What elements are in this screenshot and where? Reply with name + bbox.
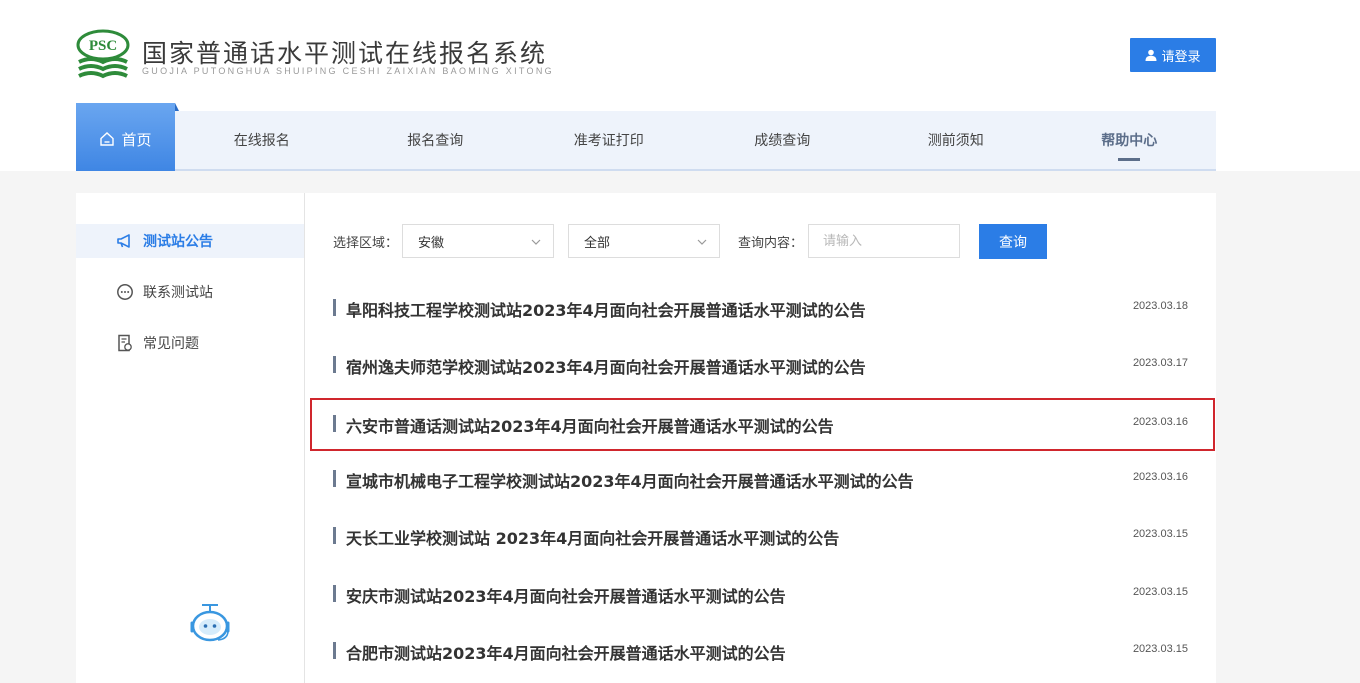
site-subtitle: GUOJIA PUTONGHUA SHUIPING CESHI ZAIXIAN … [142,66,554,76]
notice-marker [333,585,336,602]
city-select[interactable]: 全部 [568,224,720,258]
chat-bubble-icon [117,284,133,300]
sidebar-item-label: 测试站公告 [143,234,213,250]
sidebar-item-label: 常见问题 [143,336,199,352]
notice-title[interactable]: 宿州逸夫师范学校测试站2023年4月面向社会开展普通话水平测试的公告 [346,354,866,378]
sidebar-item-contact[interactable]: 联系测试站 [76,275,304,309]
login-button[interactable]: 请登录 [1130,38,1216,72]
notice-title[interactable]: 天长工业学校测试站 2023年4月面向社会开展普通话水平测试的公告 [346,525,839,549]
notice-row[interactable]: 安庆市测试站2023年4月面向社会开展普通话水平测试的公告 2023.03.15 [310,568,1215,620]
sidebar: 测试站公告 联系测试站 常见问题 [76,193,305,683]
city-select-value: 全部 [584,235,611,251]
nav-home[interactable]: 首页 [76,103,179,171]
notice-row[interactable]: 宣城市机械电子工程学校测试站2023年4月面向社会开展普通话水平测试的公告 20… [310,453,1215,505]
document-question-icon [118,334,132,352]
megaphone-icon [117,234,130,248]
notice-row[interactable]: 合肥市测试站2023年4月面向社会开展普通话水平测试的公告 2023.03.15 [310,625,1215,677]
nav-pretest-notes[interactable]: 测前须知 [869,111,1043,169]
sidebar-item-faq[interactable]: 常见问题 [76,326,304,360]
notice-date: 2023.03.16 [1132,416,1188,428]
content-panel: 测试站公告 联系测试站 常见问题 选择区域： 安徽 全部 查询内容： 查询 [76,193,1216,683]
login-label: 请登录 [1161,49,1201,65]
notice-marker [333,299,336,316]
notice-marker [333,642,336,659]
notice-title[interactable]: 阜阳科技工程学校测试站2023年4月面向社会开展普通话水平测试的公告 [346,297,866,321]
notice-date: 2023.03.18 [1132,300,1188,312]
notice-title[interactable]: 宣城市机械电子工程学校测试站2023年4月面向社会开展普通话水平测试的公告 [346,468,914,492]
region-label: 选择区域： [333,235,399,251]
notice-row[interactable]: 宿州逸夫师范学校测试站2023年4月面向社会开展普通话水平测试的公告 2023.… [310,339,1215,391]
notice-marker [333,356,336,373]
notice-title[interactable]: 安庆市测试站2023年4月面向社会开展普通话水平测试的公告 [346,583,786,607]
svg-text:PSC: PSC [89,38,117,54]
sidebar-item-label: 联系测试站 [143,285,213,301]
province-select[interactable]: 安徽 [402,224,554,258]
notice-date: 2023.03.15 [1132,643,1188,655]
query-input[interactable] [808,224,960,258]
home-icon [100,132,115,146]
notice-row-highlighted[interactable]: 六安市普通话测试站2023年4月面向社会开展普通话水平测试的公告 2023.03… [310,398,1215,451]
query-label: 查询内容： [738,235,804,251]
notice-date: 2023.03.17 [1132,357,1188,369]
nav-signup-query[interactable]: 报名查询 [349,111,523,169]
site-title: 国家普通话水平测试在线报名系统 [142,39,548,68]
nav-help-center[interactable]: 帮助中心 [1043,111,1217,169]
main-nav: 首页 在线报名 报名查询 准考证打印 成绩查询 测前须知 帮助中心 [76,103,1217,171]
user-icon [1145,49,1157,61]
notice-title[interactable]: 六安市普通话测试站2023年4月面向社会开展普通话水平测试的公告 [346,413,834,437]
notice-row[interactable]: 天长工业学校测试站 2023年4月面向社会开展普通话水平测试的公告 2023.0… [310,510,1215,562]
province-select-value: 安徽 [418,235,445,251]
nav-home-label: 首页 [121,130,152,149]
robot-assistant-icon[interactable] [184,601,236,645]
chevron-down-icon [531,239,541,245]
notice-title[interactable]: 合肥市测试站2023年4月面向社会开展普通话水平测试的公告 [346,640,786,664]
nav-online-signup[interactable]: 在线报名 [175,111,349,169]
notice-marker [333,527,336,544]
notice-marker [333,415,336,432]
query-button[interactable]: 查询 [979,224,1047,259]
psc-logo-icon[interactable]: PSC [76,28,130,82]
nav-admission-print[interactable]: 准考证打印 [522,111,696,169]
notice-row[interactable]: 阜阳科技工程学校测试站2023年4月面向社会开展普通话水平测试的公告 2023.… [310,282,1215,334]
notice-marker [333,470,336,487]
notice-date: 2023.03.16 [1132,471,1188,483]
chevron-down-icon [697,239,707,245]
notice-date: 2023.03.15 [1132,528,1188,540]
notice-date: 2023.03.15 [1132,586,1188,598]
sidebar-item-notices[interactable]: 测试站公告 [76,224,304,258]
nav-score-query[interactable]: 成绩查询 [696,111,870,169]
